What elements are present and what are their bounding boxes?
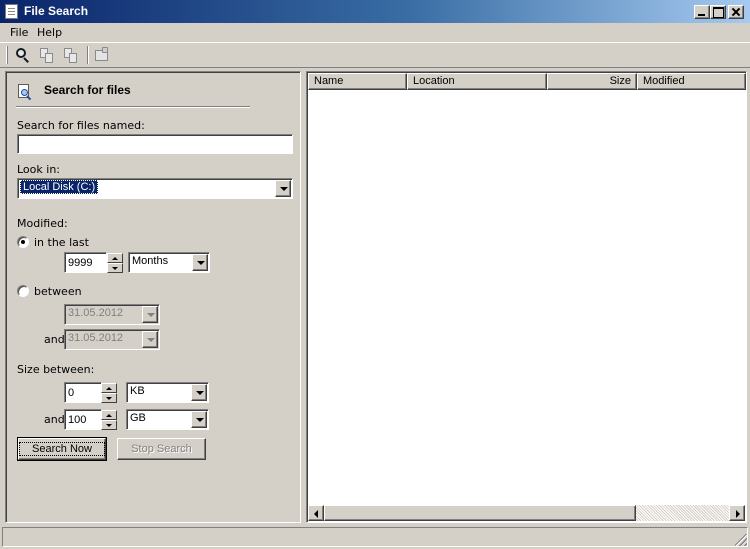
menu-help[interactable]: Help xyxy=(37,26,62,39)
file-search-app-icon xyxy=(5,4,18,19)
toolbar-grip[interactable] xyxy=(6,46,8,64)
search-heading: Search for files xyxy=(44,83,131,97)
column-header-location[interactable]: Location xyxy=(407,73,547,90)
minimize-button[interactable] xyxy=(694,5,710,19)
size-min-unit-value: KB xyxy=(130,385,145,397)
maximize-button[interactable] xyxy=(710,5,726,19)
size-min-unit-select[interactable]: KB xyxy=(126,382,209,403)
close-button[interactable] xyxy=(728,5,744,19)
size-max-frame xyxy=(64,409,102,430)
chevron-down-icon xyxy=(280,187,288,191)
toolbar-copy-button[interactable] xyxy=(37,46,57,65)
in-the-last-value-frame xyxy=(64,252,107,273)
chevron-down-icon xyxy=(196,418,204,422)
scrollbar-track[interactable] xyxy=(636,505,729,521)
arrow-down-icon xyxy=(112,267,118,270)
look-in-dropdown-button[interactable] xyxy=(275,180,291,197)
size-max-input[interactable] xyxy=(65,410,101,429)
between-from-date[interactable]: 31.05.2012 xyxy=(64,304,160,325)
between-label[interactable]: between xyxy=(34,285,82,298)
to-date-dropdown-button[interactable] xyxy=(142,331,158,348)
spin-down-button[interactable] xyxy=(101,420,117,430)
menu-file[interactable]: File xyxy=(10,26,28,39)
arrow-up-icon xyxy=(112,257,118,260)
modified-label: Modified: xyxy=(17,217,68,230)
arrow-up-icon xyxy=(106,414,112,417)
from-date-dropdown-button[interactable] xyxy=(142,306,158,323)
column-header-name[interactable]: Name xyxy=(308,73,407,90)
in-the-last-radio[interactable] xyxy=(17,236,29,248)
chevron-down-icon xyxy=(197,261,205,265)
in-the-last-label[interactable]: in the last xyxy=(34,236,89,249)
unit-dropdown-button[interactable] xyxy=(192,254,208,271)
heading-divider xyxy=(16,106,250,108)
arrow-right-icon xyxy=(736,510,740,518)
title-bar[interactable]: File Search xyxy=(0,0,750,23)
toolbar-search-button[interactable] xyxy=(13,46,33,65)
file-search-window: File Search File Help Search for files S… xyxy=(0,0,750,549)
in-the-last-unit-select[interactable]: Months xyxy=(128,252,210,273)
in-the-last-unit-value: Months xyxy=(132,255,169,267)
unit-dropdown-button[interactable] xyxy=(191,384,207,401)
status-bar xyxy=(2,527,748,547)
size-label: Size between: xyxy=(17,363,95,376)
between-radio[interactable] xyxy=(17,285,29,297)
scroll-left-button[interactable] xyxy=(308,505,324,521)
unit-dropdown-button[interactable] xyxy=(191,411,207,428)
between-to-date[interactable]: 31.05.2012 xyxy=(64,329,160,350)
chevron-down-icon xyxy=(147,313,155,317)
spin-up-button[interactable] xyxy=(101,383,117,393)
stop-search-button[interactable]: Stop Search xyxy=(117,438,206,460)
between-from-value: 31.05.2012 xyxy=(68,307,124,319)
size-and-label: and xyxy=(44,413,65,426)
scroll-right-button[interactable] xyxy=(729,505,745,521)
toolbar-move-button[interactable] xyxy=(61,46,81,65)
spin-down-button[interactable] xyxy=(101,393,117,403)
named-field-frame xyxy=(17,134,293,154)
look-in-value: Local Disk (C:) xyxy=(20,180,99,194)
search-now-button[interactable]: Search Now xyxy=(17,437,107,461)
spin-up-button[interactable] xyxy=(107,253,123,263)
resize-grip-icon[interactable] xyxy=(735,534,747,546)
toolbar-separator xyxy=(87,46,89,64)
search-panel: Search for files Search for files named:… xyxy=(5,71,301,523)
arrow-left-icon xyxy=(314,510,318,518)
spin-up-button[interactable] xyxy=(101,410,117,420)
column-header-size[interactable]: Size xyxy=(547,73,637,90)
arrow-up-icon xyxy=(106,387,112,390)
toolbar-properties-button[interactable] xyxy=(92,46,112,65)
look-in-label: Look in: xyxy=(17,163,60,176)
look-in-select[interactable]: Local Disk (C:) xyxy=(17,178,293,199)
results-list[interactable]: Name Location Size Modified xyxy=(306,71,747,523)
between-and-label: and xyxy=(44,333,65,346)
spin-down-button[interactable] xyxy=(107,263,123,273)
stop-search-label: Stop Search xyxy=(131,443,192,455)
toolbar xyxy=(0,42,750,68)
size-max-unit-value: GB xyxy=(130,412,146,424)
menu-bar: File Help xyxy=(0,23,750,42)
search-files-icon xyxy=(17,84,33,101)
chevron-down-icon xyxy=(147,338,155,342)
search-named-input[interactable] xyxy=(18,135,292,153)
chevron-down-icon xyxy=(196,391,204,395)
arrow-down-icon xyxy=(106,397,112,400)
horizontal-scrollbar[interactable] xyxy=(308,505,745,521)
between-to-value: 31.05.2012 xyxy=(68,332,124,344)
column-header-modified[interactable]: Modified xyxy=(637,73,746,90)
size-min-input[interactable] xyxy=(65,383,101,402)
scrollbar-thumb[interactable] xyxy=(324,505,636,521)
window-title: File Search xyxy=(24,4,89,18)
size-min-frame xyxy=(64,382,102,403)
arrow-down-icon xyxy=(106,424,112,427)
search-now-label: Search Now xyxy=(19,442,105,456)
size-max-unit-select[interactable]: GB xyxy=(126,409,209,430)
in-the-last-value-input[interactable] xyxy=(65,253,106,272)
named-label: Search for files named: xyxy=(17,119,145,132)
status-text-field xyxy=(2,527,748,547)
